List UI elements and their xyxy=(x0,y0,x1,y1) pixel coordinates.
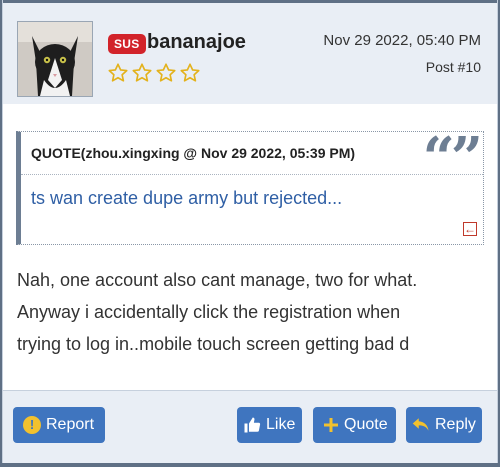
post-body: QUOTE(zhou.xingxing @ Nov 29 2022, 05:39… xyxy=(3,104,497,390)
like-label: Like xyxy=(266,416,296,433)
status-badge: SUS xyxy=(108,34,146,54)
post-date: Nov 29 2022, 05:40 PM xyxy=(323,32,481,49)
quote-title: QUOTE(zhou.xingxing @ Nov 29 2022, 05:39… xyxy=(31,145,356,161)
message-line: Anyway i accidentally click the registra… xyxy=(17,302,401,322)
message-line: trying to log in..mobile touch screen ge… xyxy=(17,334,410,354)
post-number-link[interactable]: Post #10 xyxy=(426,59,481,75)
thumbs-up-icon xyxy=(243,416,261,434)
message-line: Nah, one account also cant manage, two f… xyxy=(17,270,418,290)
quote-link-arrow-icon[interactable]: ← xyxy=(463,222,477,236)
rating-stars xyxy=(107,62,201,84)
reply-label: Reply xyxy=(435,416,476,433)
reply-button[interactable]: Reply xyxy=(406,407,482,443)
star-icon xyxy=(180,63,200,82)
report-label: Report xyxy=(46,416,95,433)
username[interactable]: bananajoe xyxy=(147,31,246,54)
post-header: SUS bananajoe Nov 29 2022, 05:40 PM Post… xyxy=(3,3,497,104)
exclamation-circle-icon: ! xyxy=(23,416,41,434)
like-button[interactable]: Like xyxy=(237,407,302,443)
report-button[interactable]: ! Report xyxy=(13,407,105,443)
star-icon xyxy=(132,63,152,82)
plus-icon xyxy=(323,417,339,433)
star-icon xyxy=(156,63,176,82)
quote-header: QUOTE(zhou.xingxing @ Nov 29 2022, 05:39… xyxy=(21,128,483,188)
cat-avatar-image xyxy=(18,22,92,96)
forum-post: SUS bananajoe Nov 29 2022, 05:40 PM Post… xyxy=(2,0,498,463)
quote-block: QUOTE(zhou.xingxing @ Nov 29 2022, 05:39… xyxy=(16,128,484,245)
message-text: Nah, one account also cant manage, two f… xyxy=(17,264,487,360)
quote-button[interactable]: Quote xyxy=(313,407,396,443)
avatar[interactable] xyxy=(17,21,93,97)
quote-label: Quote xyxy=(344,416,388,433)
quote-marks-icon: “” xyxy=(422,125,483,191)
quote-text: ts wan create dupe army but rejected... xyxy=(31,188,343,208)
post-footer: ! Report Like Quote Reply xyxy=(3,390,497,463)
bottom-divider xyxy=(0,463,500,467)
star-icon xyxy=(108,63,128,82)
reply-arrow-icon xyxy=(412,417,430,433)
